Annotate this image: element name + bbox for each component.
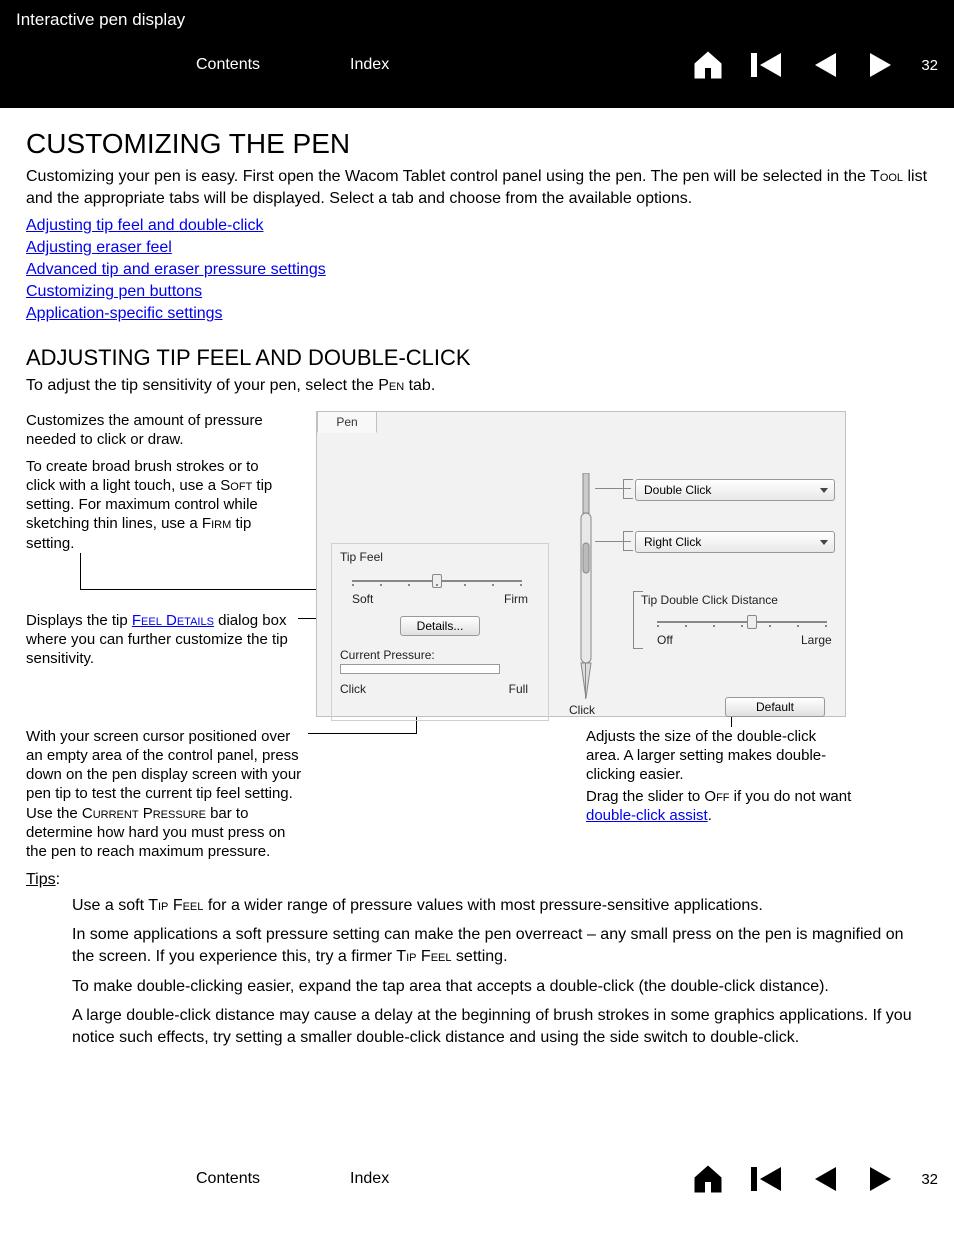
- dblclick-assist-link[interactable]: double-click assist: [586, 807, 708, 824]
- full-label: Full: [509, 682, 528, 696]
- tips-label: Tips: [26, 871, 56, 888]
- link-pen-buttons[interactable]: Customizing pen buttons: [26, 283, 928, 301]
- first-page-icon[interactable]: [745, 44, 787, 86]
- contents-link[interactable]: Contents: [196, 56, 260, 74]
- footer-prev-page-icon[interactable]: [803, 1158, 845, 1200]
- pen-tab[interactable]: Pen: [317, 411, 377, 433]
- header-bar: Interactive pen display Contents Index 3…: [0, 0, 954, 108]
- off-label: Off: [657, 633, 673, 647]
- pen-click-label: Click: [569, 703, 595, 717]
- diagram-area: Customizes the amount of pressure needed…: [26, 411, 928, 861]
- tip-4: A large double-click distance may cause …: [72, 1005, 928, 1048]
- link-app-specific[interactable]: Application-specific settings: [26, 305, 928, 323]
- footer-nav: Contents Index 32: [0, 1148, 954, 1210]
- footer-home-icon[interactable]: [687, 1158, 729, 1200]
- tip-1: Use a soft Tip Feel for a wider range of…: [72, 895, 928, 917]
- intro-text: Customizing your pen is easy. First open…: [26, 166, 928, 209]
- callout-details: Displays the tip Feel Details dialog box…: [26, 611, 296, 669]
- callout-current-pressure: With your screen cursor positioned over …: [26, 727, 306, 861]
- tip-2: In some applications a soft pressure set…: [72, 924, 928, 967]
- click-label: Click: [340, 682, 366, 696]
- footer-next-page-icon[interactable]: [861, 1158, 903, 1200]
- section-heading: ADJUSTING TIP FEEL AND DOUBLE-CLICK: [26, 345, 928, 371]
- large-label: Large: [801, 633, 832, 647]
- page-number: 32: [921, 57, 938, 74]
- link-tip-feel[interactable]: Adjusting tip feel and double-click: [26, 217, 928, 235]
- tip-feel-box: Tip Feel Soft Firm Details... Current Pr…: [331, 543, 549, 721]
- callout-pressure: Customizes the amount of pressure needed…: [26, 411, 286, 449]
- footer-index-link[interactable]: Index: [350, 1170, 389, 1188]
- soft-label: Soft: [352, 592, 373, 606]
- pen-shape: [575, 473, 597, 703]
- tip-feel-label: Tip Feel: [340, 550, 383, 564]
- tip-dcd-slider[interactable]: [657, 611, 827, 615]
- doc-title: Interactive pen display: [16, 10, 938, 30]
- next-page-icon[interactable]: [861, 44, 903, 86]
- page-content: CUSTOMIZING THE PEN Customizing your pen…: [0, 108, 954, 1048]
- header-nav: Contents Index 32: [16, 44, 938, 86]
- callout-soft-firm: To create broad brush strokes or to clic…: [26, 457, 286, 553]
- pen-settings-panel: Pen Tip Feel Soft Firm Details... Curren…: [316, 411, 846, 717]
- current-pressure-bar: [340, 664, 500, 674]
- callout-dblclick-assist: Drag the slider to Off if you do not wan…: [586, 787, 866, 825]
- right-click-dropdown[interactable]: Right Click: [635, 531, 835, 553]
- footer-page-number: 32: [921, 1171, 938, 1188]
- callout-dblclick-area: Adjusts the size of the double-click are…: [586, 727, 846, 785]
- tip-dcd-label: Tip Double Click Distance: [641, 593, 778, 607]
- default-button[interactable]: Default: [725, 697, 825, 717]
- link-advanced[interactable]: Advanced tip and eraser pressure setting…: [26, 261, 928, 279]
- page-heading: CUSTOMIZING THE PEN: [26, 128, 928, 160]
- footer-contents-link[interactable]: Contents: [196, 1170, 260, 1188]
- double-click-dropdown[interactable]: Double Click: [635, 479, 835, 501]
- tips-block: Tips: Use a soft Tip Feel for a wider ra…: [26, 871, 928, 1049]
- index-link[interactable]: Index: [350, 56, 389, 74]
- feel-details-link[interactable]: Feel Details: [132, 612, 214, 629]
- prev-page-icon[interactable]: [803, 44, 845, 86]
- home-icon[interactable]: [687, 44, 729, 86]
- current-pressure-label: Current Pressure:: [340, 648, 435, 662]
- tip-feel-slider[interactable]: [352, 570, 522, 574]
- firm-label: Firm: [504, 592, 528, 606]
- section-sub: To adjust the tip sensitivity of your pe…: [26, 375, 928, 397]
- section-links: Adjusting tip feel and double-click Adju…: [26, 217, 928, 323]
- link-eraser-feel[interactable]: Adjusting eraser feel: [26, 239, 928, 257]
- details-button[interactable]: Details...: [400, 616, 480, 636]
- tip-3: To make double-clicking easier, expand t…: [72, 976, 928, 998]
- footer-first-page-icon[interactable]: [745, 1158, 787, 1200]
